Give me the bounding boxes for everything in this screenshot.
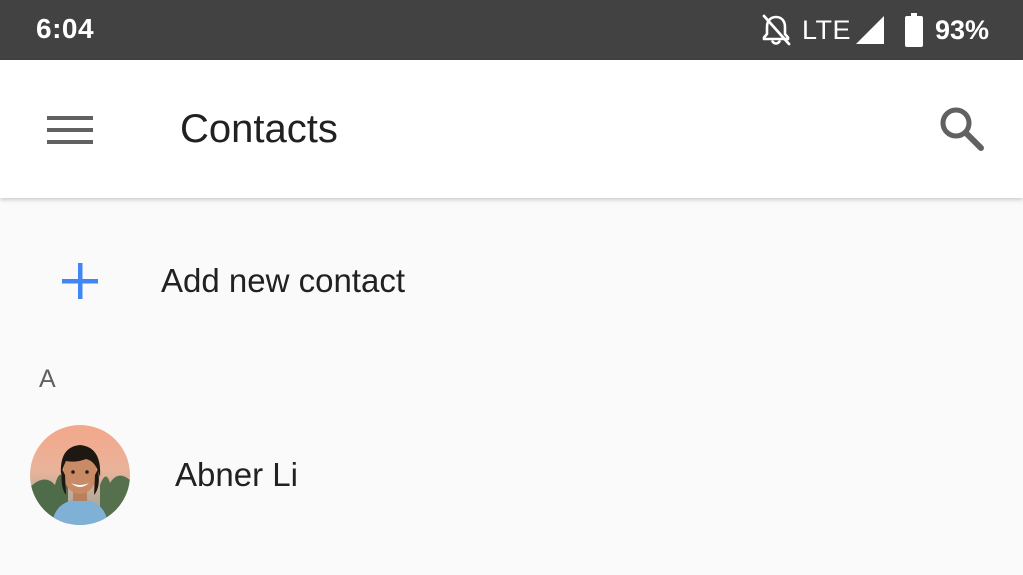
contact-item[interactable]: Abner Li (0, 420, 1023, 530)
app-bar: Contacts (0, 60, 1023, 198)
network-type: LTE (801, 14, 851, 45)
avatar (30, 425, 130, 525)
signal-icon (855, 15, 885, 45)
menu-icon[interactable] (46, 113, 94, 147)
search-icon[interactable] (937, 104, 987, 154)
status-icons: LTE 93% (760, 12, 989, 48)
battery-icon (904, 13, 923, 47)
status-bar: 6:04 LTE 93% (0, 0, 1023, 60)
contact-name: Abner Li (175, 456, 298, 493)
status-time: 6:04 (36, 13, 95, 44)
plus-icon (60, 261, 100, 301)
add-new-contact-button[interactable]: Add new contact (0, 230, 1023, 332)
page-title: Contacts (180, 107, 338, 151)
section-header-letter: A (39, 365, 56, 393)
battery-percent: 93% (934, 14, 989, 45)
add-new-contact-label: Add new contact (161, 262, 405, 299)
notifications-off-icon (760, 13, 792, 47)
